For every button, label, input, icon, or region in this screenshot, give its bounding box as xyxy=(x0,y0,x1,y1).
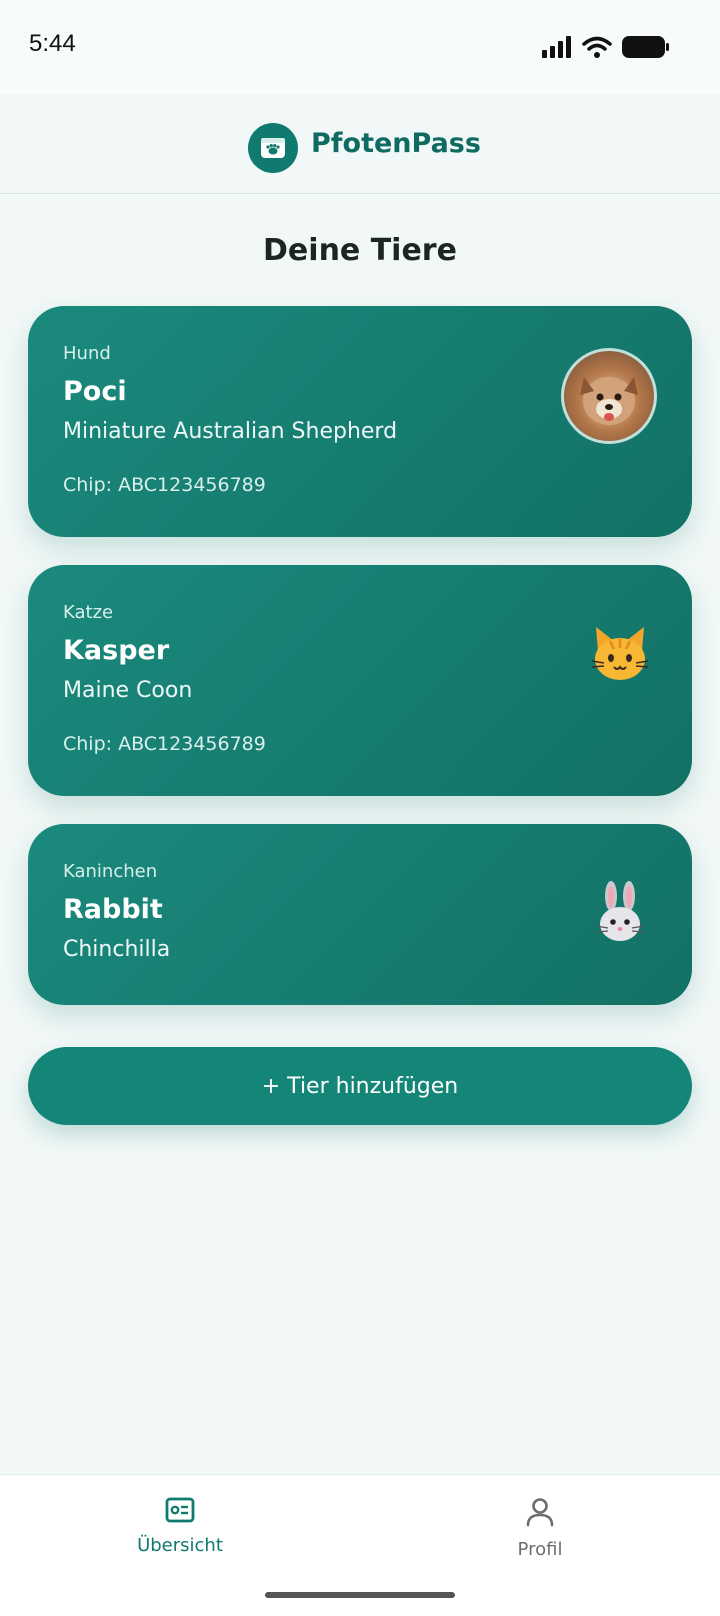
status-icons xyxy=(542,36,670,58)
id-card-icon xyxy=(165,1497,195,1523)
nav-label-overview: Übersicht xyxy=(137,1535,223,1556)
pet-breed: Maine Coon xyxy=(63,678,193,703)
rabbit-emoji-icon xyxy=(595,881,645,941)
pet-card[interactable]: Hund Poci Miniature Australian Shepherd … xyxy=(28,306,692,537)
pet-card[interactable]: Kaninchen Rabbit Chinchilla xyxy=(28,824,692,1005)
add-pet-button[interactable]: + Tier hinzufügen xyxy=(28,1047,692,1125)
pet-species: Hund xyxy=(63,343,111,364)
pet-chip-id: Chip: ABC123456789 xyxy=(63,474,266,496)
app-screen: 5:44 PfotenPass Deine Tiere Hund Poci Mi… xyxy=(0,0,720,1616)
app-header: PfotenPass xyxy=(0,94,720,194)
dog-photo-icon xyxy=(580,377,638,425)
pet-name: Rabbit xyxy=(63,894,163,925)
home-indicator xyxy=(265,1592,455,1598)
status-bar: 5:44 xyxy=(0,0,720,94)
signal-icon xyxy=(542,36,571,58)
status-time: 5:44 xyxy=(29,30,76,57)
pet-card[interactable]: Katze Kasper Maine Coon Chip: ABC1234567… xyxy=(28,565,692,796)
page-title: Deine Tiere xyxy=(263,233,457,268)
pet-avatar-photo xyxy=(561,348,657,444)
nav-item-profile[interactable]: Profil xyxy=(450,1497,630,1560)
pet-breed: Chinchilla xyxy=(63,937,171,962)
cat-emoji-icon xyxy=(591,627,649,680)
app-logo xyxy=(248,123,298,173)
paw-card-icon xyxy=(261,138,285,158)
pet-breed: Miniature Australian Shepherd xyxy=(63,419,398,444)
app-name: PfotenPass xyxy=(311,128,481,159)
pet-species: Katze xyxy=(63,602,114,623)
pet-name: Poci xyxy=(63,376,127,407)
pet-species: Kaninchen xyxy=(63,861,158,882)
wifi-icon xyxy=(582,36,612,58)
user-icon xyxy=(526,1498,554,1527)
pet-chip-id: Chip: ABC123456789 xyxy=(63,733,266,755)
battery-icon xyxy=(622,36,669,58)
nav-label-profile: Profil xyxy=(517,1539,563,1560)
pet-name: Kasper xyxy=(63,635,170,666)
nav-item-overview[interactable]: Übersicht xyxy=(90,1497,270,1556)
